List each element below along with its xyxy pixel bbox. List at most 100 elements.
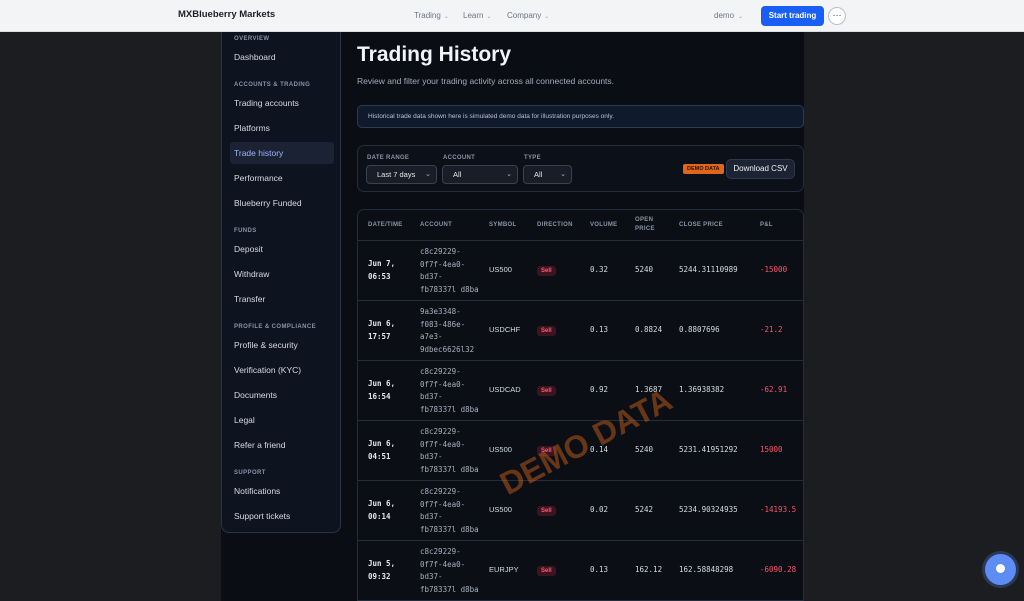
demo-data-badge: DEMO DATA [683, 164, 724, 174]
start-trading-button[interactable]: Start trading [761, 6, 824, 26]
sidebar-item-transfer[interactable]: Transfer [230, 288, 334, 310]
row-account: c8c29229- 0f7f-4ea0- bd37- fb78337l d8ba [420, 486, 479, 536]
header-open-price-line1: OPEN [635, 217, 654, 223]
sidebar-item-dashboard[interactable]: Dashboard [230, 46, 334, 68]
row-open-price: 1.3687 [635, 385, 663, 394]
chat-support-button[interactable] [985, 554, 1016, 585]
sidebar-section-support: SUPPORT [234, 470, 266, 476]
sidebar-item-documents[interactable]: Documents [230, 384, 334, 406]
row-time: 06:53 [368, 271, 391, 281]
row-date: Jun 7, [368, 259, 396, 268]
row-close-price: 0.8807696 [679, 325, 720, 334]
date-range-select[interactable]: Last 7 days ⌄ [366, 165, 437, 184]
row-symbol: USDCAD [489, 385, 521, 394]
table-header: DATE/TIME ACCOUNT SYMBOL DIRECTION VOLUM… [358, 210, 803, 241]
chevron-down-icon: ⌄ [738, 14, 744, 20]
table-row[interactable]: Jun 6, 16:54 c8c29229- 0f7f-4ea0- bd37- fb78… [358, 361, 803, 421]
row-account-part: c8c29229- [420, 487, 461, 496]
row-close-price: 1.36938382 [679, 385, 725, 394]
sidebar-item-notifications[interactable]: Notifications [230, 480, 334, 502]
row-direction-badge: Sell [537, 386, 556, 396]
row-datetime: Jun 7, 06:53 [368, 258, 395, 283]
brand-logo[interactable]: MXBlueberry Markets [178, 9, 275, 20]
row-account-part: 0f7f-4ea0- [420, 379, 466, 389]
sidebar-item-blueberry-funded[interactable]: Blueberry Funded [230, 192, 334, 214]
row-date: Jun 6, [368, 379, 396, 388]
chevron-down-icon: ⌄ [486, 14, 492, 20]
row-account-part: 0f7f-4ea0- [420, 559, 466, 569]
row-open-price: 5242 [635, 505, 654, 514]
sidebar-item-trading-accounts[interactable]: Trading accounts [230, 92, 334, 114]
sidebar-item-profile-security[interactable]: Profile & security [230, 334, 334, 356]
table-row[interactable]: Jun 5, 09:32 c8c29229- 0f7f-4ea0- bd37- fb78… [358, 541, 803, 600]
account-mode-select[interactable]: demo ⌄ [714, 11, 743, 20]
row-datetime: Jun 6, 16:54 [368, 378, 395, 403]
sidebar-item-platforms[interactable]: Platforms [230, 117, 334, 139]
more-options-button[interactable]: ··· [828, 7, 846, 25]
sidebar-item-verification[interactable]: Verification (KYC) [230, 359, 334, 381]
row-open-price: 0.8824 [635, 325, 663, 334]
row-time: 04:51 [368, 451, 391, 461]
row-account-part: c8c29229- [420, 427, 461, 436]
row-account-part: 0f7f-4ea0- [420, 499, 466, 509]
row-date: Jun 6, [368, 439, 396, 448]
row-account-part: fb78337l d8ba [420, 464, 479, 474]
header-open-price-line2: PRICE [635, 226, 655, 232]
sidebar-item-trade-history[interactable]: Trade history [230, 142, 334, 164]
row-open-price: 162.12 [635, 565, 663, 574]
nav-learn[interactable]: Learn ⌄ [463, 11, 492, 20]
type-filter-select[interactable]: All ⌄ [523, 165, 572, 184]
table-row[interactable]: Jun 7, 06:53 c8c29229- 0f7f-4ea0- bd37- fb78… [358, 241, 803, 301]
row-pnl: -15000 [760, 265, 788, 274]
sidebar: OVERVIEW Dashboard ACCOUNTS & TRADING Tr… [221, 32, 341, 533]
row-account-part: fb78337l d8ba [420, 404, 479, 414]
sidebar-section-overview: OVERVIEW [234, 36, 270, 42]
type-filter-label: TYPE [524, 155, 541, 161]
header-datetime: DATE/TIME [368, 222, 403, 228]
sidebar-item-legal[interactable]: Legal [230, 409, 334, 431]
chat-bubble-icon [996, 564, 1005, 573]
sidebar-item-deposit[interactable]: Deposit [230, 238, 334, 260]
row-close-price: 5234.90324935 [679, 505, 738, 514]
row-account-part: 9a3e3348- [420, 307, 461, 316]
sidebar-item-refer-friend[interactable]: Refer a friend [230, 434, 334, 456]
table-row[interactable]: Jun 6, 17:57 9a3e3348- f083-486e-a7e3- 9dbe… [358, 301, 803, 361]
row-account-part: fb78337l d8ba [420, 584, 479, 594]
account-filter-label: ACCOUNT [443, 155, 476, 161]
row-account-part: fb78337l d8ba [420, 524, 479, 534]
page-title: Trading History [357, 43, 512, 66]
table-row[interactable]: Jun 6, 00:14 c8c29229- 0f7f-4ea0- bd37- fb78… [358, 481, 803, 541]
filters-panel: DATE RANGE Last 7 days ⌄ ACCOUNT All ⌄ TYP… [357, 145, 804, 192]
row-symbol: EURJPY [489, 565, 519, 574]
table-row[interactable]: Jun 6, 04:51 c8c29229- 0f7f-4ea0- bd37- fb78… [358, 421, 803, 481]
row-datetime: Jun 6, 17:57 [368, 318, 395, 343]
row-account: 9a3e3348- f083-486e-a7e3- 9dbec6626l32 [420, 306, 474, 356]
nav-company-label: Company [507, 11, 542, 20]
row-volume: 0.92 [590, 385, 609, 394]
row-pnl: -14193.5 [760, 505, 797, 514]
account-filter-select[interactable]: All ⌄ [442, 165, 518, 184]
row-account: c8c29229- 0f7f-4ea0- bd37- fb78337l d8ba [420, 426, 479, 476]
row-close-price: 5231.41951292 [679, 445, 738, 454]
sidebar-item-performance[interactable]: Performance [230, 167, 334, 189]
sidebar-item-support-tickets[interactable]: Support tickets [230, 505, 334, 527]
row-account-part: fb78337l d8ba [420, 284, 479, 294]
type-filter-value: All [534, 170, 543, 179]
nav-company[interactable]: Company ⌄ [507, 11, 549, 20]
sidebar-item-withdraw[interactable]: Withdraw [230, 263, 334, 285]
row-datetime: Jun 6, 04:51 [368, 438, 395, 463]
row-account-part: 0f7f-4ea0- [420, 259, 466, 269]
row-account-part: f083-486e- [420, 319, 466, 329]
row-close-price: 5244.31110989 [679, 265, 738, 274]
row-datetime: Jun 5, 09:32 [368, 558, 395, 583]
row-account: c8c29229- 0f7f-4ea0- bd37- fb78337l d8ba [420, 246, 479, 296]
row-date: Jun 5, [368, 559, 396, 568]
download-csv-button[interactable]: Download CSV [726, 159, 795, 179]
top-navigation-bar: MXBlueberry Markets Trading ⌄ Learn ⌄ Comp… [0, 0, 1024, 32]
nav-trading[interactable]: Trading ⌄ [414, 11, 449, 20]
row-symbol: US500 [489, 445, 512, 454]
header-open-price: OPEN PRICE [635, 216, 655, 234]
row-direction-badge: Sell [537, 566, 556, 576]
sidebar-section-accounts: ACCOUNTS & TRADING [234, 82, 311, 88]
sidebar-section-funds: FUNDS [234, 228, 257, 234]
